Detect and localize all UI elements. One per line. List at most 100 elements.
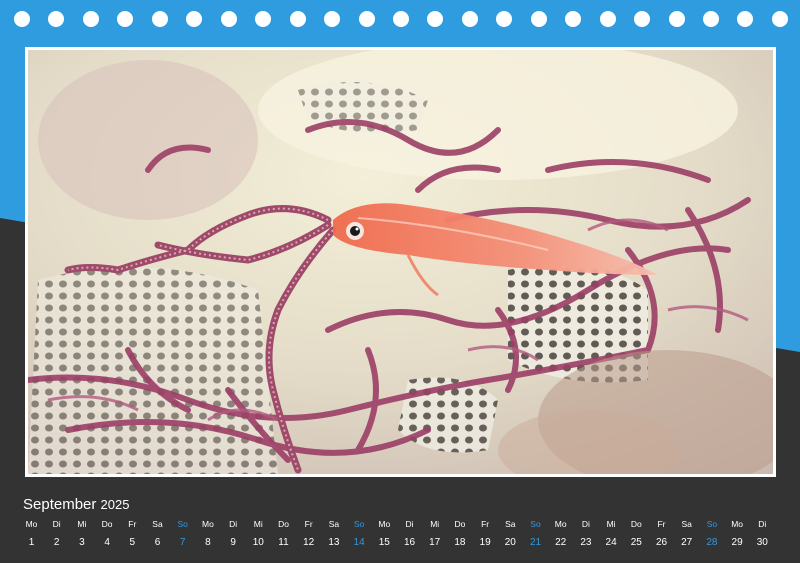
day-cell: Sa 13	[321, 518, 346, 550]
weekday-label: Mi	[606, 519, 616, 529]
binding-hole	[565, 11, 582, 27]
day-number: 2	[53, 537, 60, 548]
day-number: 27	[681, 537, 693, 548]
day-number: 3	[79, 537, 85, 548]
weekday-label: Mo	[554, 519, 567, 529]
day-number: 14	[353, 537, 365, 548]
weekday-label: Di	[581, 519, 590, 529]
day-cell: Do 25	[624, 518, 649, 550]
day-cell: Fr 19	[473, 518, 498, 550]
photo-frame	[25, 47, 776, 477]
day-cell: So 21	[523, 518, 548, 550]
weekday-label: So	[706, 519, 718, 529]
month-year: 2025	[100, 497, 130, 512]
day-cell: Mi 24	[599, 518, 624, 550]
day-number: 22	[555, 537, 567, 548]
photo-image	[28, 50, 773, 474]
weekday-label: Do	[454, 519, 466, 529]
day-number: 24	[605, 537, 617, 548]
binding-hole	[358, 11, 375, 27]
coral-photo	[28, 50, 773, 474]
day-cell: Sa 27	[674, 518, 699, 550]
day-cell: Di 30	[750, 518, 775, 550]
day-number: 15	[378, 537, 390, 548]
binding-hole	[220, 11, 237, 27]
day-cell: Fr 5	[120, 518, 145, 550]
day-number: 1	[28, 537, 35, 548]
day-cell: Sa 6	[145, 518, 170, 550]
binding-hole	[324, 11, 341, 27]
weekday-label: Mo	[731, 519, 743, 529]
binding-hole	[771, 11, 788, 27]
binding-hole	[82, 11, 99, 27]
day-number: 7	[179, 537, 186, 548]
day-cell: Mi 10	[246, 518, 271, 550]
weekday-label: Fr	[128, 519, 137, 529]
day-cell: Di 2	[44, 518, 69, 550]
weekday-label: Do	[101, 519, 113, 529]
binding-hole	[461, 11, 478, 27]
day-cell: Di 9	[221, 518, 246, 550]
day-number: 29	[731, 537, 743, 548]
binding-hole	[14, 11, 30, 27]
binding-hole	[599, 11, 616, 27]
binding-hole	[427, 11, 444, 27]
day-number: 20	[504, 537, 516, 548]
day-cell: Mo 15	[372, 518, 397, 550]
binding-hole	[634, 11, 651, 27]
weekday-label: Do	[630, 519, 642, 529]
day-cell: Mo 22	[548, 518, 573, 550]
day-number: 23	[580, 537, 592, 548]
binding-hole	[186, 11, 203, 27]
day-cell: So 7	[170, 518, 195, 550]
weekday-label: Mi	[77, 519, 87, 529]
day-cell: Sa 20	[498, 518, 523, 550]
day-number: 10	[252, 537, 264, 548]
day-number: 25	[630, 537, 642, 548]
day-cell: Mo 8	[195, 518, 220, 550]
day-grid: Mo 1 Di 2 Mi 3 Do 4 Fr 5 Sa 6 So 7 Mo 8 Di 9 Mi 10 Do 11 Fr 12 S…	[0, 518, 800, 558]
weekday-label: Sa	[152, 519, 163, 529]
binding-hole	[737, 11, 754, 27]
day-number: 26	[655, 537, 668, 548]
weekday-label: Mo	[25, 519, 38, 529]
day-cell: Mi 3	[69, 518, 94, 550]
day-number: 18	[454, 537, 466, 548]
weekday-label: Mo	[201, 519, 214, 529]
day-number: 8	[205, 537, 211, 548]
day-number: 6	[154, 537, 161, 548]
weekday-label: Mi	[430, 519, 440, 529]
binding-hole	[392, 11, 409, 27]
day-cell: Do 11	[271, 518, 296, 550]
binding-hole	[48, 11, 65, 27]
binding-hole	[255, 11, 272, 27]
weekday-label: Sa	[681, 519, 692, 529]
weekday-label: Do	[278, 519, 289, 529]
day-number: 16	[403, 537, 416, 548]
day-number: 12	[303, 537, 315, 548]
day-number: 11	[278, 537, 289, 548]
day-number: 9	[230, 537, 236, 548]
day-cell: So 14	[347, 518, 372, 550]
day-number: 17	[429, 537, 441, 548]
binding-hole	[117, 11, 134, 27]
weekday-label: Di	[405, 519, 414, 529]
binding-holes	[0, 0, 800, 38]
day-cell: Di 23	[573, 518, 598, 550]
weekday-label: So	[177, 519, 188, 529]
weekday-label: Di	[229, 519, 238, 529]
weekday-label: Mi	[253, 519, 263, 529]
binding-hole	[151, 11, 168, 27]
weekday-label: Sa	[328, 519, 340, 529]
binding-hole	[496, 11, 513, 27]
day-cell: Mo 1	[19, 518, 44, 550]
day-cell: Fr 26	[649, 518, 674, 550]
day-number: 28	[706, 537, 718, 548]
day-cell: So 28	[699, 518, 724, 550]
weekday-label: So	[530, 519, 541, 529]
day-cell: Do 18	[447, 518, 472, 550]
day-cell: Do 4	[95, 518, 120, 550]
weekday-label: Fr	[481, 519, 490, 529]
weekday-label: Fr	[304, 519, 313, 529]
month-title: September 2025	[23, 496, 129, 514]
